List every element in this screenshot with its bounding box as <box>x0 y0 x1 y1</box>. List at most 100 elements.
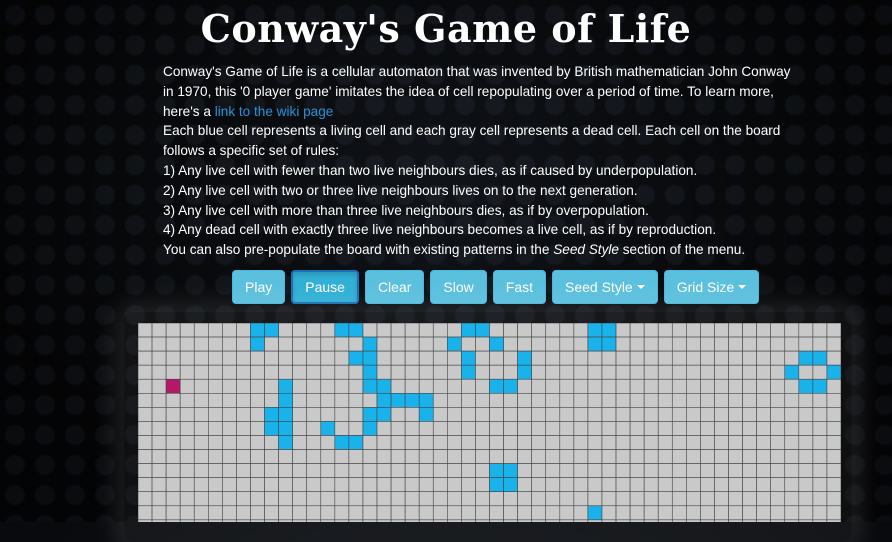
dead-cell[interactable] <box>151 323 167 338</box>
dead-cell[interactable] <box>517 449 532 464</box>
dead-cell[interactable] <box>601 421 617 436</box>
dead-cell[interactable] <box>559 477 575 493</box>
dead-cell[interactable] <box>348 449 364 464</box>
dead-cell[interactable] <box>517 393 532 408</box>
dead-cell[interactable] <box>264 336 279 352</box>
dead-cell[interactable] <box>138 407 153 422</box>
dead-cell[interactable] <box>700 350 715 366</box>
dead-cell[interactable] <box>700 393 715 408</box>
dead-cell[interactable] <box>517 477 532 493</box>
dead-cell[interactable] <box>334 477 350 493</box>
live-cell[interactable] <box>812 378 828 394</box>
dead-cell[interactable] <box>643 350 659 366</box>
dead-cell[interactable] <box>643 463 659 478</box>
dead-cell[interactable] <box>236 364 251 380</box>
live-cell[interactable] <box>278 407 293 422</box>
dead-cell[interactable] <box>278 364 293 380</box>
dead-cell[interactable] <box>686 505 701 521</box>
dead-cell[interactable] <box>531 463 547 478</box>
dead-cell[interactable] <box>348 407 364 422</box>
dead-cell[interactable] <box>629 393 645 408</box>
dead-cell[interactable] <box>418 336 434 352</box>
dead-cell[interactable] <box>784 491 800 507</box>
dead-cell[interactable] <box>545 505 561 521</box>
dead-cell[interactable] <box>798 505 814 521</box>
dead-cell[interactable] <box>531 364 547 380</box>
dead-cell[interactable] <box>756 323 772 338</box>
dead-cell[interactable] <box>179 350 195 366</box>
dead-cell[interactable] <box>728 421 743 436</box>
dead-cell[interactable] <box>615 449 631 464</box>
dead-cell[interactable] <box>165 364 181 380</box>
dead-cell[interactable] <box>615 393 631 408</box>
dead-cell[interactable] <box>138 336 153 352</box>
dead-cell[interactable] <box>517 421 532 436</box>
dead-cell[interactable] <box>559 393 575 408</box>
dead-cell[interactable] <box>784 323 800 338</box>
dead-cell[interactable] <box>686 364 701 380</box>
dead-cell[interactable] <box>826 435 841 450</box>
dead-cell[interactable] <box>784 393 800 408</box>
dead-cell[interactable] <box>222 477 237 493</box>
dead-cell[interactable] <box>728 407 743 422</box>
dead-cell[interactable] <box>418 364 434 380</box>
dead-cell[interactable] <box>742 505 757 521</box>
dead-cell[interactable] <box>208 449 223 464</box>
dead-cell[interactable] <box>138 505 153 521</box>
dead-cell[interactable] <box>714 505 729 521</box>
dead-cell[interactable] <box>686 350 701 366</box>
dead-cell[interactable] <box>432 350 448 366</box>
dead-cell[interactable] <box>742 491 757 507</box>
dead-cell[interactable] <box>334 364 350 380</box>
dead-cell[interactable] <box>320 477 336 493</box>
dead-cell[interactable] <box>179 477 195 493</box>
dead-cell[interactable] <box>334 421 350 436</box>
dead-cell[interactable] <box>390 449 406 464</box>
dead-cell[interactable] <box>756 364 772 380</box>
dead-cell[interactable] <box>179 378 195 394</box>
live-cell[interactable] <box>362 421 378 436</box>
dead-cell[interactable] <box>461 477 476 493</box>
live-cell[interactable] <box>517 364 532 380</box>
dead-cell[interactable] <box>447 323 462 338</box>
live-cell[interactable] <box>250 336 265 352</box>
dead-cell[interactable] <box>432 491 448 507</box>
live-cell[interactable] <box>489 463 504 478</box>
dead-cell[interactable] <box>138 449 153 464</box>
dead-cell[interactable] <box>179 463 195 478</box>
dead-cell[interactable] <box>179 364 195 380</box>
dead-cell[interactable] <box>138 463 153 478</box>
dead-cell[interactable] <box>179 407 195 422</box>
dead-cell[interactable] <box>671 463 687 478</box>
dead-cell[interactable] <box>728 477 743 493</box>
dead-cell[interactable] <box>250 407 265 422</box>
dead-cell[interactable] <box>686 323 701 338</box>
dead-cell[interactable] <box>545 491 561 507</box>
dead-cell[interactable] <box>657 435 673 450</box>
dead-cell[interactable] <box>292 350 308 366</box>
dead-cell[interactable] <box>236 350 251 366</box>
dead-cell[interactable] <box>615 336 631 352</box>
dead-cell[interactable] <box>222 491 237 507</box>
dead-cell[interactable] <box>292 323 308 338</box>
dead-cell[interactable] <box>784 350 800 366</box>
dead-cell[interactable] <box>657 336 673 352</box>
dead-cell[interactable] <box>165 463 181 478</box>
dead-cell[interactable] <box>573 336 589 352</box>
dead-cell[interactable] <box>193 435 209 450</box>
dead-cell[interactable] <box>770 407 786 422</box>
dead-cell[interactable] <box>222 378 237 394</box>
dead-cell[interactable] <box>826 477 841 493</box>
dead-cell[interactable] <box>657 393 673 408</box>
dead-cell[interactable] <box>306 407 322 422</box>
dead-cell[interactable] <box>601 435 617 450</box>
dead-cell[interactable] <box>545 463 561 478</box>
dead-cell[interactable] <box>151 505 167 521</box>
dead-cell[interactable] <box>671 393 687 408</box>
dead-cell[interactable] <box>573 421 589 436</box>
dead-cell[interactable] <box>151 449 167 464</box>
dead-cell[interactable] <box>756 477 772 493</box>
dead-cell[interactable] <box>657 449 673 464</box>
dead-cell[interactable] <box>671 435 687 450</box>
dead-cell[interactable] <box>714 449 729 464</box>
